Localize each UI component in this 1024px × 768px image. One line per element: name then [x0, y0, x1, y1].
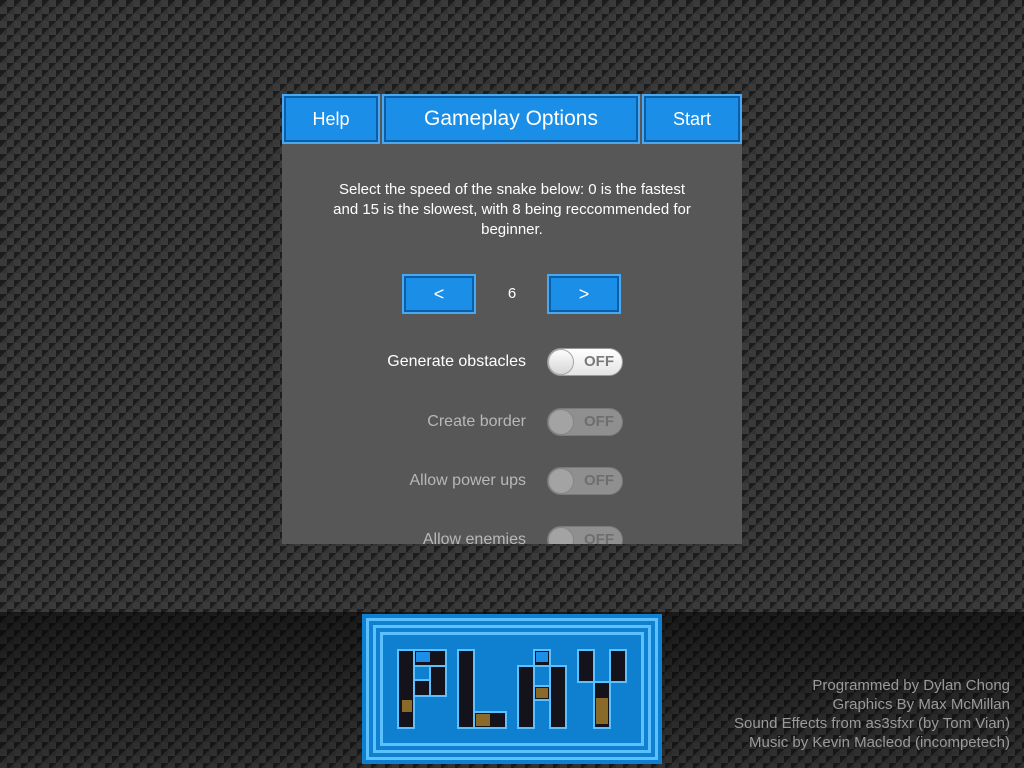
- credit-line: Music by Kevin Macleod (incompetech): [749, 734, 1010, 751]
- option-label: Generate obstacles: [387, 353, 526, 370]
- toggle-knob: [548, 409, 574, 435]
- allow-power-ups-toggle[interactable]: OFF: [547, 467, 623, 495]
- toggle-knob: [548, 349, 574, 375]
- play-logo-icon: [397, 649, 627, 729]
- start-button[interactable]: Start: [642, 94, 742, 144]
- allow-enemies-toggle[interactable]: OFF: [547, 526, 623, 544]
- create-border-toggle[interactable]: OFF: [547, 408, 623, 436]
- toggle-knob: [548, 527, 574, 544]
- toggle-state: OFF: [584, 353, 614, 370]
- toggle-state: OFF: [584, 472, 614, 489]
- option-label: Allow enemies: [422, 531, 526, 544]
- speed-decrement-button[interactable]: <: [402, 274, 476, 314]
- help-button[interactable]: Help: [282, 94, 380, 144]
- speed-value: 6: [507, 285, 517, 302]
- toggle-state: OFF: [584, 531, 614, 544]
- option-create-border: Create border OFF: [282, 407, 742, 437]
- option-label: Allow power ups: [409, 472, 527, 489]
- header-bar: Help Gameplay Options Start: [282, 94, 742, 144]
- generate-obstacles-toggle[interactable]: OFF: [547, 348, 623, 376]
- credit-line: Graphics By Max McMillan: [832, 696, 1010, 713]
- option-generate-obstacles: Generate obstacles OFF: [282, 347, 742, 377]
- toggle-knob: [548, 468, 574, 494]
- toggle-state: OFF: [584, 413, 614, 430]
- page-title: Gameplay Options: [382, 94, 640, 144]
- option-allow-enemies: Allow enemies OFF: [282, 525, 742, 544]
- speed-increment-button[interactable]: >: [547, 274, 621, 314]
- credit-line: Sound Effects from as3sfxr (by Tom Vian): [734, 715, 1010, 732]
- speed-description: Select the speed of the snake below: 0 i…: [333, 181, 691, 238]
- option-label: Create border: [427, 413, 526, 430]
- play-button[interactable]: [362, 614, 662, 764]
- gameplay-options-panel: Help Gameplay Options Start Select the s…: [282, 94, 742, 544]
- credit-line: Programmed by Dylan Chong: [812, 677, 1010, 694]
- credits: Programmed by Dylan Chong Graphics By Ma…: [734, 676, 1010, 752]
- option-allow-power-ups: Allow power ups OFF: [282, 466, 742, 496]
